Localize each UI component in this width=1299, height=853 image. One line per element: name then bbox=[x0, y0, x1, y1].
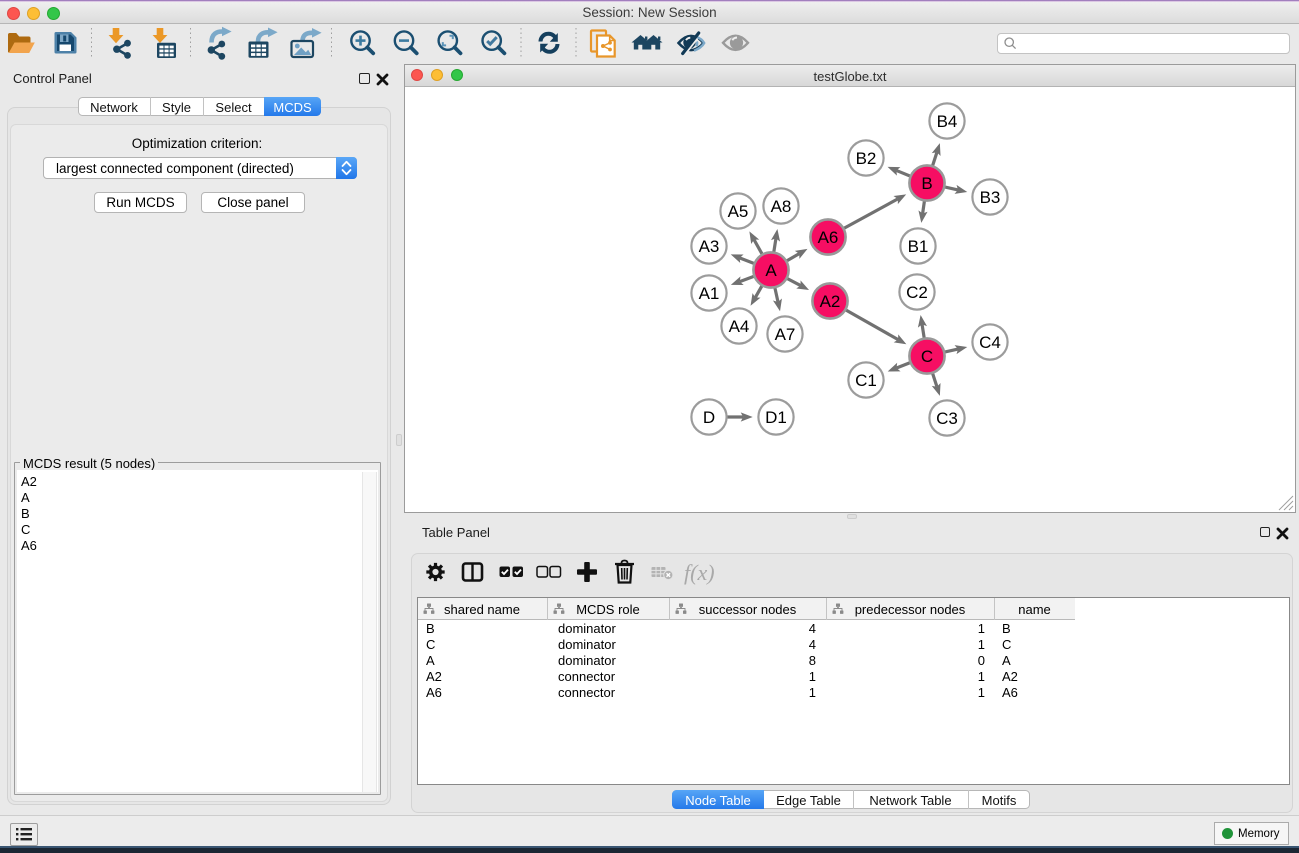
svg-text:B4: B4 bbox=[937, 112, 958, 131]
svg-text:A6: A6 bbox=[818, 228, 839, 247]
svg-text:C3: C3 bbox=[936, 409, 958, 428]
svg-text:A1: A1 bbox=[699, 284, 720, 303]
svg-text:C4: C4 bbox=[979, 333, 1001, 352]
svg-text:B3: B3 bbox=[980, 188, 1001, 207]
svg-text:C1: C1 bbox=[855, 371, 877, 390]
svg-text:A2: A2 bbox=[820, 292, 841, 311]
svg-text:B: B bbox=[921, 174, 932, 193]
svg-text:A3: A3 bbox=[699, 237, 720, 256]
svg-text:A: A bbox=[765, 261, 777, 280]
svg-text:C2: C2 bbox=[906, 283, 928, 302]
svg-text:D: D bbox=[703, 408, 715, 427]
svg-text:A5: A5 bbox=[728, 202, 749, 221]
svg-text:A4: A4 bbox=[729, 317, 750, 336]
svg-text:D1: D1 bbox=[765, 408, 787, 427]
svg-text:A8: A8 bbox=[771, 197, 792, 216]
svg-text:B1: B1 bbox=[908, 237, 929, 256]
svg-text:f(x): f(x) bbox=[684, 560, 715, 585]
svg-text:A7: A7 bbox=[775, 325, 796, 344]
svg-text:C: C bbox=[921, 347, 933, 366]
svg-text:B2: B2 bbox=[856, 149, 877, 168]
